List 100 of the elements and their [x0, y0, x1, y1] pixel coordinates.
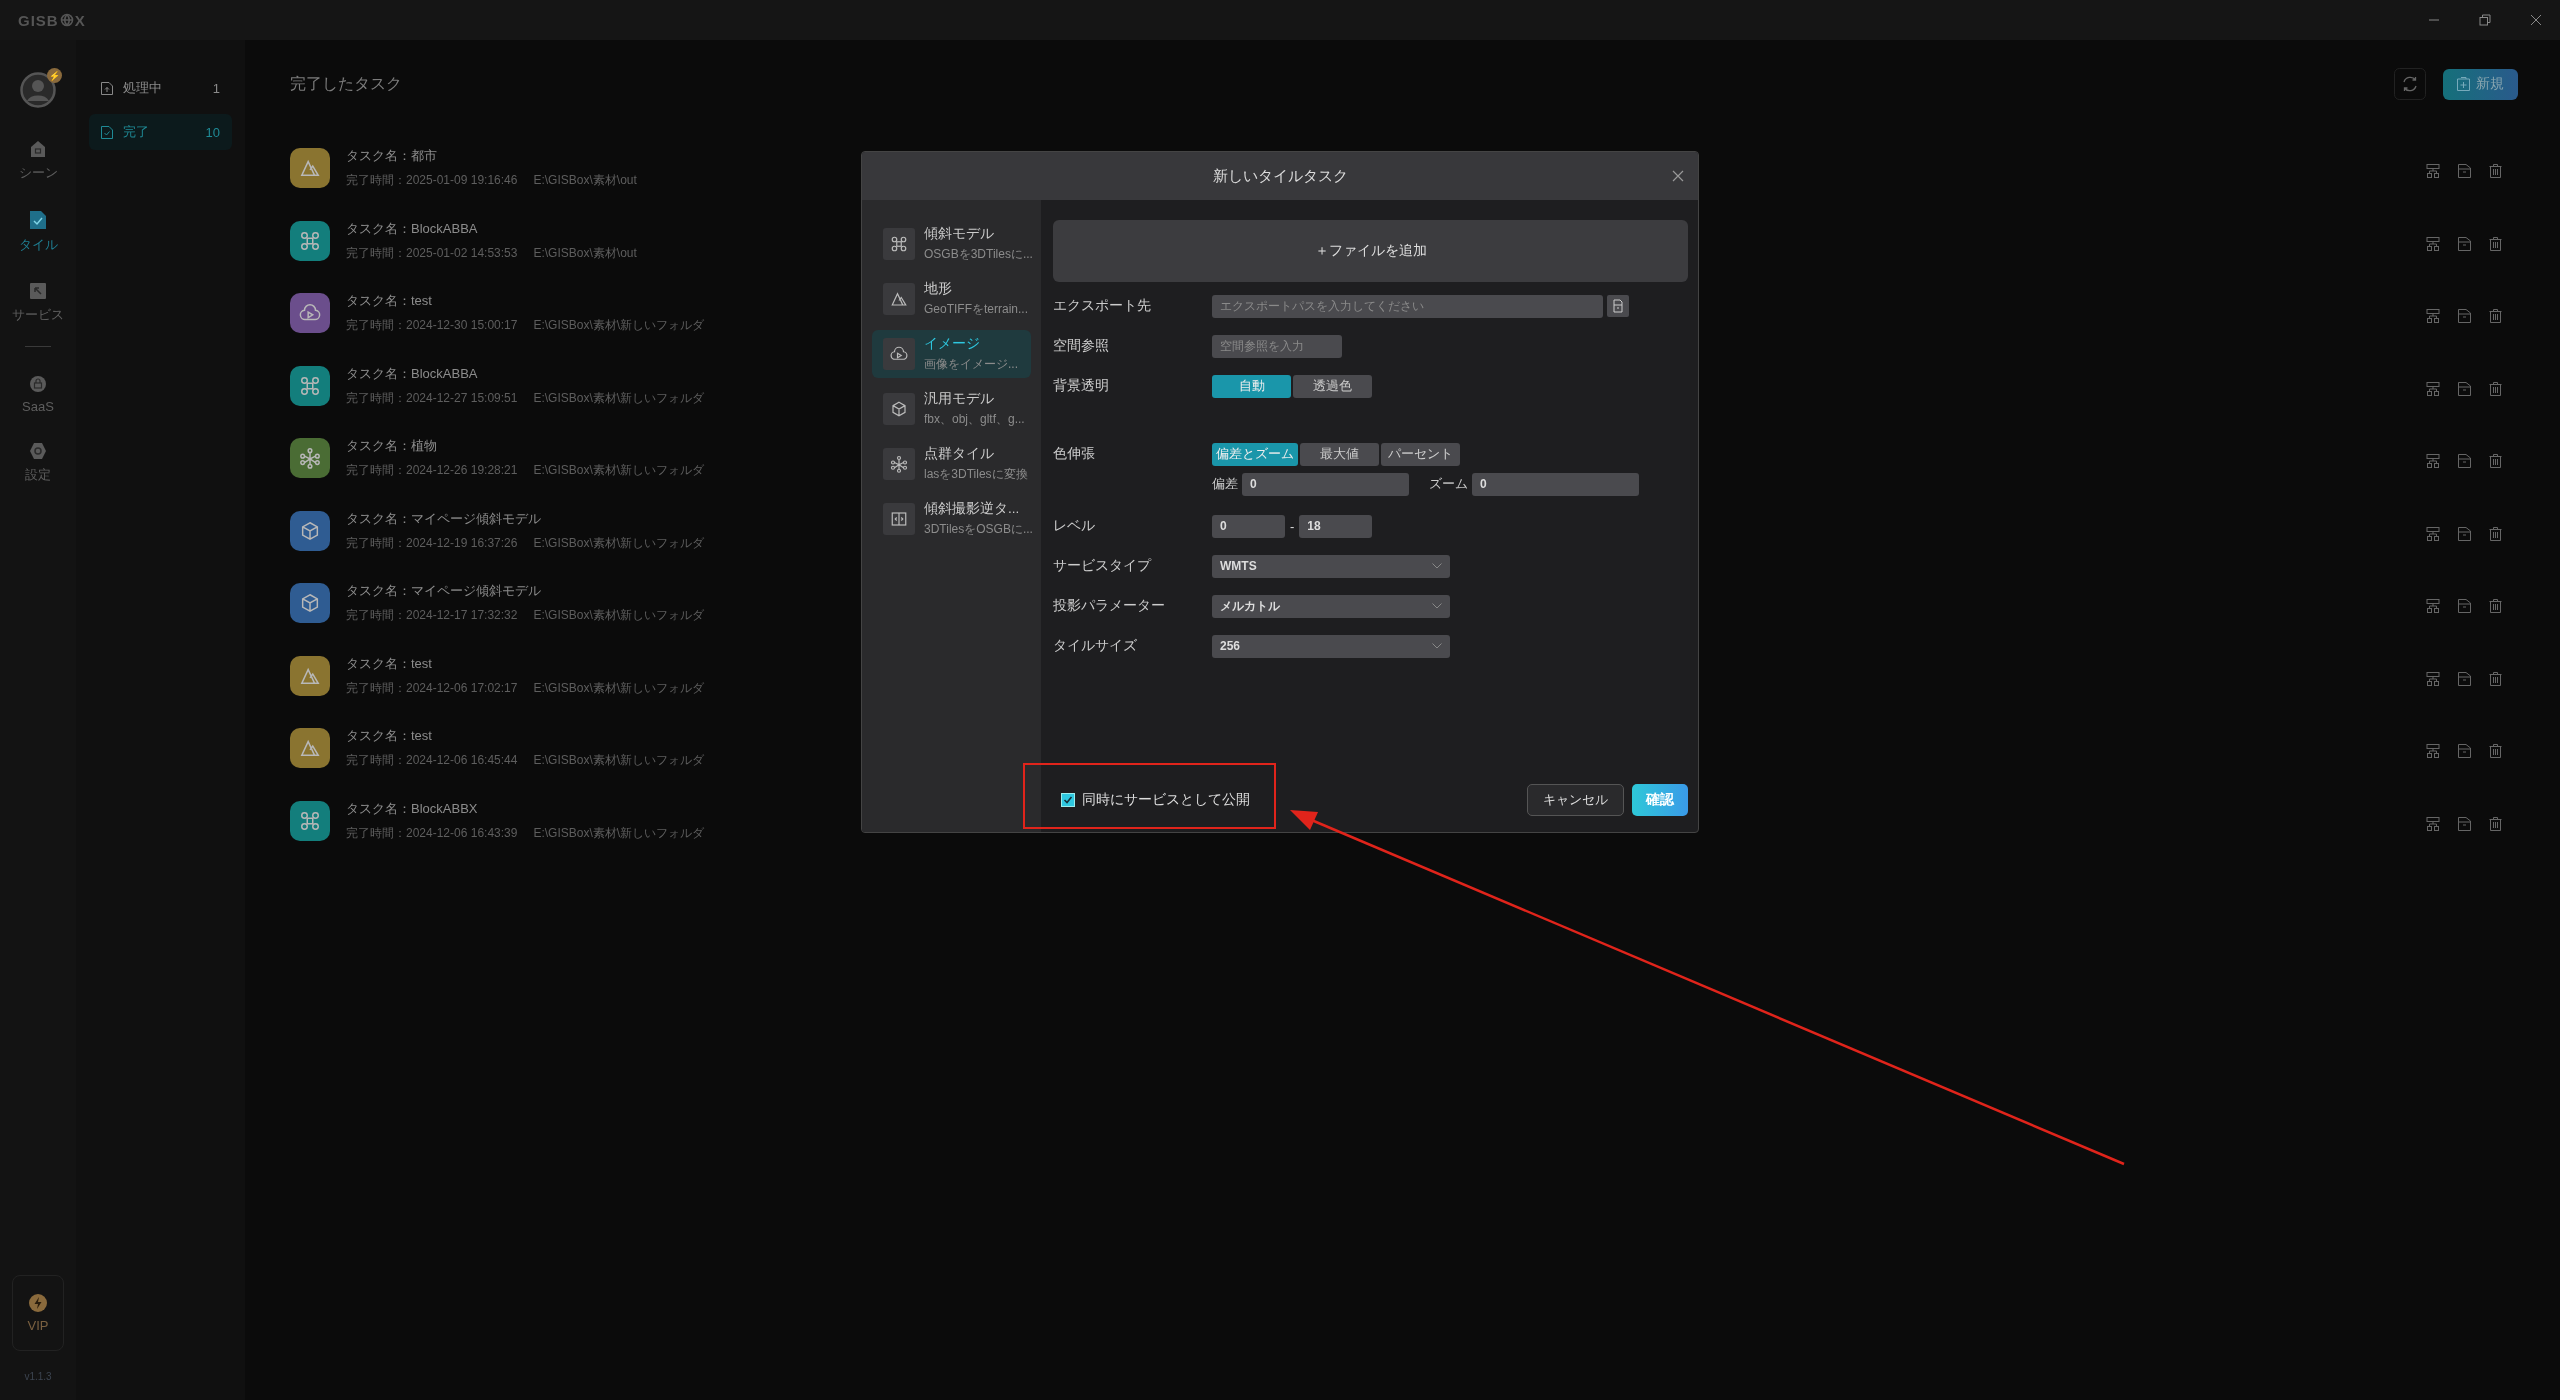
nav-item[interactable]: タイル	[18, 210, 58, 254]
completion-time: 完了時間：2024-12-06 16:45:44	[346, 752, 518, 769]
archive-icon[interactable]	[2458, 236, 2471, 251]
file-upload-icon	[101, 81, 113, 95]
dropdown[interactable]: 256	[1212, 634, 1450, 658]
hierarchy-icon[interactable]	[2426, 816, 2440, 831]
trash-icon[interactable]	[2489, 816, 2502, 831]
restore-icon[interactable]	[2479, 14, 2491, 26]
option-button[interactable]: パーセント	[1381, 442, 1460, 466]
spatial-reference-field[interactable]: 空間参照を入力	[1212, 334, 1342, 358]
mountain-icon	[890, 290, 908, 308]
field-label: 空間参照	[1053, 337, 1110, 355]
hierarchy-icon[interactable]	[2426, 381, 2440, 396]
option-button[interactable]: 最大値	[1300, 442, 1379, 466]
add-file-icon	[2457, 77, 2470, 91]
field-label: 偏差	[1212, 475, 1238, 493]
hierarchy-icon[interactable]	[2426, 671, 2440, 686]
refresh-button[interactable]	[2394, 68, 2426, 100]
output-path: E:\GISBox\素材\新しいフォルダ	[533, 679, 705, 697]
output-path: E:\GISBox\素材\新しいフォルダ	[533, 389, 705, 407]
task-name: タスク名：BlockABBA	[346, 364, 479, 383]
add-file-button[interactable]: ＋ファイルを追加	[1053, 220, 1688, 282]
option-button[interactable]: 自動	[1212, 374, 1291, 398]
app-logo: GISB X	[18, 11, 86, 29]
type-title: 傾斜撮影逆タ...	[924, 500, 1021, 518]
completion-time: 完了時間：2025-01-09 19:16:46	[346, 172, 518, 189]
option-button[interactable]: 透過色	[1293, 374, 1372, 398]
hierarchy-icon[interactable]	[2426, 309, 2440, 323]
vip-badge: ⚡	[47, 68, 62, 83]
task-name: タスク名：都市	[346, 147, 438, 165]
archive-icon[interactable]	[2458, 816, 2471, 831]
archive-icon[interactable]	[2458, 309, 2471, 323]
field-label: タイルサイズ	[1053, 637, 1138, 655]
filter-item[interactable]: 完了 10	[89, 114, 232, 150]
trash-icon[interactable]	[2489, 526, 2502, 541]
archive-icon[interactable]	[2458, 526, 2471, 541]
completion-time: 完了時間：2024-12-17 17:32:32	[346, 607, 518, 624]
completion-time: 完了時間：2025-01-02 14:53:53	[346, 244, 518, 262]
chevron-down-icon	[1432, 643, 1442, 649]
hierarchy-icon[interactable]	[2426, 164, 2440, 178]
task-type-item[interactable]: イメージ 画像をイメージ...	[872, 330, 1031, 378]
hierarchy-icon[interactable]	[2426, 454, 2440, 468]
hierarchy-icon[interactable]	[2426, 599, 2440, 613]
archive-icon[interactable]	[2458, 671, 2471, 686]
task-name: タスク名：BlockABBA	[346, 219, 479, 238]
chevron-down-icon	[1432, 563, 1442, 569]
type-description: fbx、obj、gltf、g...	[924, 411, 1025, 428]
trash-icon[interactable]	[2489, 236, 2502, 251]
settings-icon	[29, 442, 47, 460]
archive-icon[interactable]	[2458, 744, 2471, 758]
min-level-field[interactable]: 0	[1212, 514, 1285, 538]
filter-item[interactable]: 処理中 1	[89, 70, 232, 106]
deviation-field[interactable]: 0	[1242, 472, 1409, 496]
avatar-icon[interactable]	[20, 72, 56, 108]
trash-icon[interactable]	[2489, 164, 2502, 178]
zoom-field[interactable]: 0	[1472, 472, 1639, 496]
hierarchy-icon[interactable]	[2426, 744, 2440, 758]
archive-icon[interactable]	[2458, 381, 2471, 396]
field-label: 背景透明	[1053, 377, 1110, 395]
task-name: タスク名：植物	[346, 437, 438, 455]
chevron-down-icon	[1432, 603, 1442, 609]
close-icon[interactable]	[2530, 14, 2542, 26]
trash-icon[interactable]	[2489, 309, 2502, 323]
folder-browse-button[interactable]	[1607, 295, 1629, 317]
task-type-item[interactable]: 傾斜モデル OSGBを3DTilesに...	[872, 220, 1031, 268]
drone-icon	[299, 229, 321, 252]
trash-icon[interactable]	[2489, 599, 2502, 613]
checkbox[interactable]	[1061, 793, 1075, 807]
task-type-item[interactable]: 点群タイル lasを3DTilesに変換	[872, 440, 1031, 488]
dropdown[interactable]: WMTS	[1212, 554, 1450, 578]
output-path: E:\GISBox\素材\新しいフォルダ	[533, 607, 705, 624]
archive-icon[interactable]	[2458, 454, 2471, 468]
trash-icon[interactable]	[2489, 671, 2502, 686]
split-icon	[890, 510, 908, 528]
vip-button[interactable]: VIP	[12, 1275, 64, 1351]
archive-icon[interactable]	[2458, 599, 2471, 613]
type-title: 地形	[924, 280, 953, 298]
task-name: タスク名：test	[346, 654, 433, 673]
task-type-item[interactable]: 地形 GeoTIFFをterrain...	[872, 275, 1031, 323]
hierarchy-icon[interactable]	[2426, 236, 2440, 251]
field-label: 投影パラメーター	[1053, 597, 1166, 615]
hierarchy-icon[interactable]	[2426, 526, 2440, 541]
completion-time: 完了時間：2024-12-06 17:02:17	[346, 679, 518, 697]
trash-icon[interactable]	[2489, 454, 2502, 468]
trash-icon[interactable]	[2489, 381, 2502, 396]
type-title: 傾斜モデル	[924, 225, 995, 243]
checkbox-label: 同時にサービスとして公開	[1082, 791, 1250, 809]
task-type-item[interactable]: 汎用モデル fbx、obj、gltf、g...	[872, 385, 1031, 433]
type-description: GeoTIFFをterrain...	[924, 301, 1029, 318]
close-icon[interactable]	[1672, 170, 1684, 182]
file-check-icon	[29, 210, 47, 230]
cancel-button[interactable]: キャンセル	[1527, 784, 1624, 816]
house-icon	[29, 140, 47, 158]
archive-icon[interactable]	[2458, 164, 2471, 178]
cloud-play-icon	[890, 345, 908, 363]
task-type-item[interactable]: 傾斜撮影逆タ... 3DTilesをOSGBに...	[872, 495, 1031, 543]
dropdown[interactable]: メルカトル	[1212, 594, 1450, 618]
trash-icon[interactable]	[2489, 744, 2502, 758]
max-level-field[interactable]: 18	[1299, 514, 1373, 538]
type-description: 3DTilesをOSGBに...	[924, 521, 1033, 538]
